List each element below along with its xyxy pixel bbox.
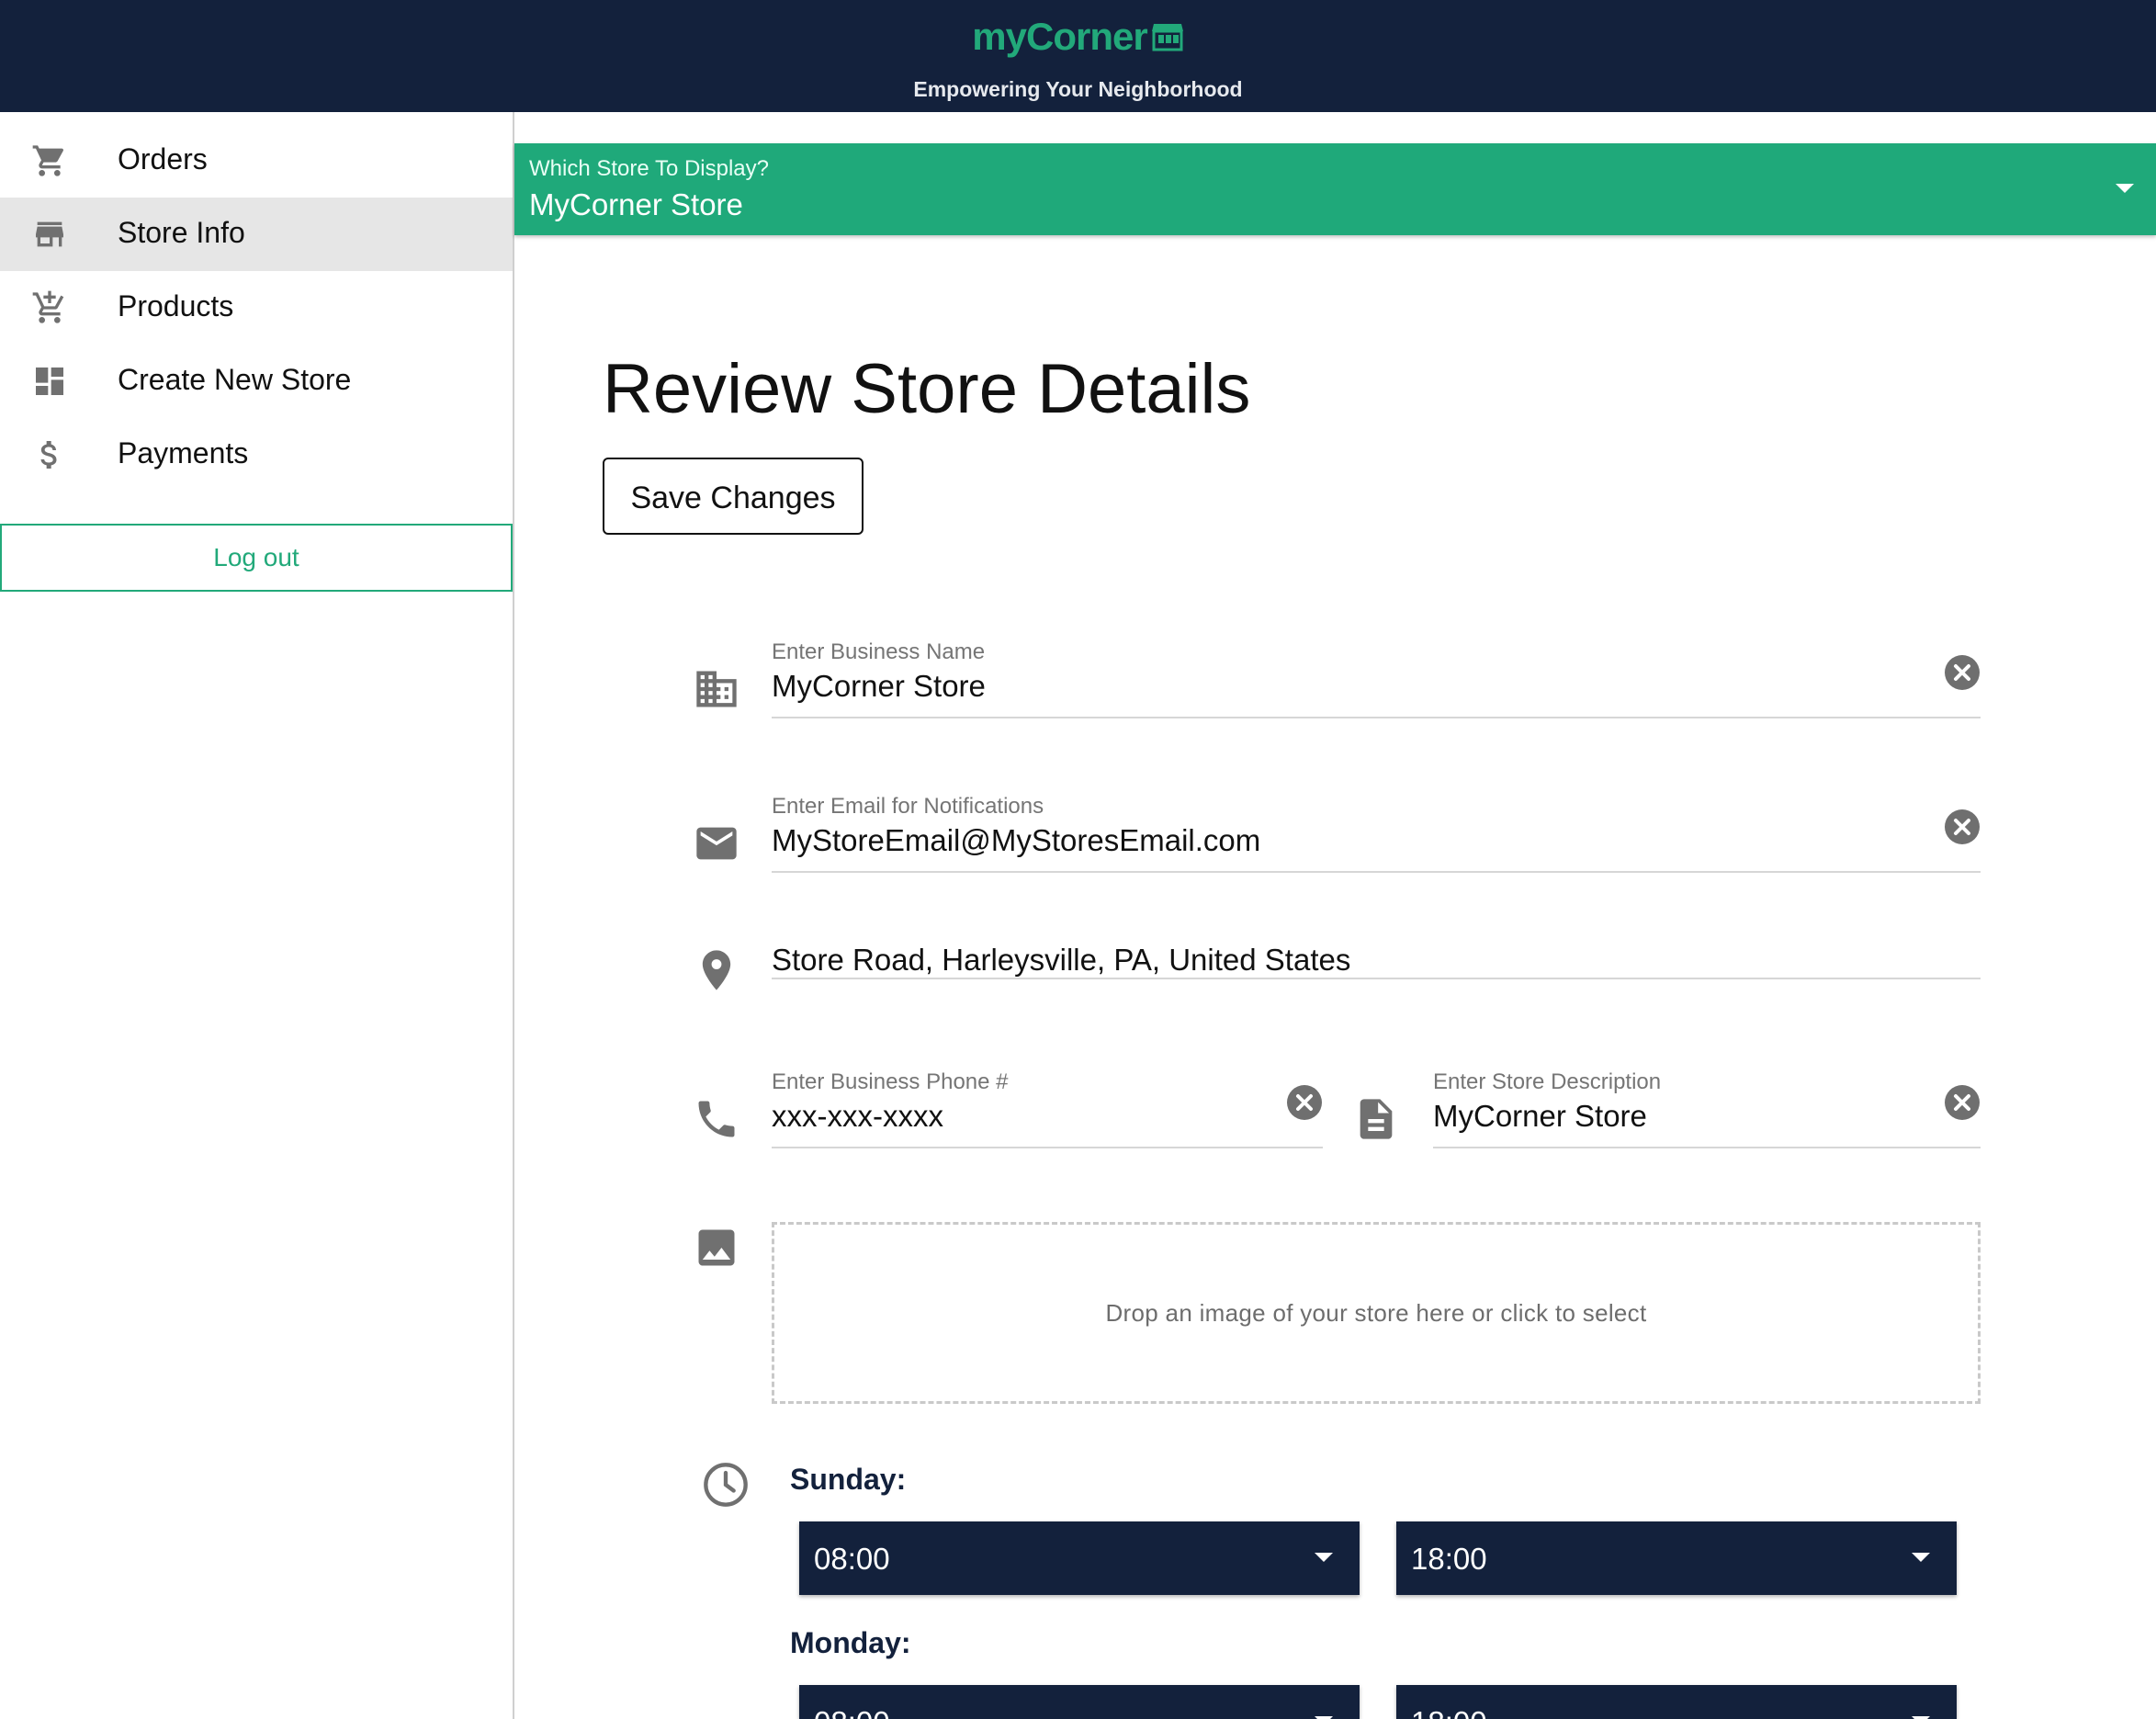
dropdown-arrow-icon (2114, 182, 2136, 199)
sidebar-item-products[interactable]: Products (0, 271, 513, 345)
location-pin-icon (693, 946, 740, 999)
business-name-label: Enter Business Name (772, 639, 986, 664)
email-label: Enter Email for Notifications (772, 794, 1044, 819)
field-underline (772, 871, 1981, 873)
dashboard-icon (29, 363, 72, 400)
sidebar: Orders Store Info Products Create New St… (0, 112, 514, 1719)
field-underline (772, 1147, 1323, 1148)
app-header: myCorner Empowering Your Neighborhood (0, 0, 2156, 112)
description-label: Enter Store Description (1433, 1069, 1662, 1094)
email-icon (693, 820, 740, 872)
save-changes-button[interactable]: Save Changes (603, 458, 864, 535)
address-value: Store Road, Harleysville, PA, United Sta… (772, 943, 1351, 977)
address-field[interactable]: Store Road, Harleysville, PA, United Sta… (772, 943, 1981, 979)
store-select-value: MyCorner Store (529, 187, 743, 221)
clock-icon (702, 1461, 750, 1513)
time-value: 18:00 (1411, 1705, 1487, 1719)
monday-open-select[interactable]: 08:00 (799, 1685, 1360, 1719)
sidebar-item-payments[interactable]: Payments (0, 418, 513, 492)
clear-icon[interactable] (1944, 654, 1981, 691)
sidebar-item-label: Payments (118, 436, 249, 469)
storefront-icon (29, 216, 72, 253)
sunday-open-select[interactable]: 08:00 (799, 1521, 1360, 1595)
chevron-down-icon (1911, 1714, 1931, 1719)
phone-value: xxx-xxx-xxxx (772, 1099, 943, 1133)
field-underline (772, 978, 1981, 979)
chevron-down-icon (1314, 1551, 1334, 1567)
business-name-value: MyCorner Store (772, 669, 986, 703)
description-icon (1352, 1095, 1400, 1148)
chevron-down-icon (1314, 1714, 1334, 1719)
email-field[interactable]: Enter Email for Notifications MyStoreEma… (772, 794, 1981, 873)
time-value: 08:00 (814, 1542, 890, 1576)
day-label-sunday: Sunday: (790, 1463, 907, 1496)
clear-icon[interactable] (1944, 809, 1981, 845)
sidebar-item-label: Create New Store (118, 363, 352, 396)
page-title: Review Store Details (603, 350, 1251, 428)
time-value: 08:00 (814, 1705, 890, 1719)
phone-icon (693, 1095, 740, 1148)
phone-label: Enter Business Phone # (772, 1069, 1009, 1094)
store-select-label: Which Store To Display? (529, 156, 769, 181)
day-label-monday: Monday: (790, 1626, 911, 1659)
sidebar-item-label: Products (118, 289, 234, 322)
business-name-field[interactable]: Enter Business Name MyCorner Store (772, 639, 1981, 718)
sidebar-item-label: Store Info (118, 216, 245, 249)
field-underline (772, 717, 1981, 718)
shop-icon (1151, 17, 1184, 62)
store-select-dropdown[interactable]: Which Store To Display? MyCorner Store (514, 143, 2156, 235)
sunday-close-select[interactable]: 18:00 (1396, 1521, 1957, 1595)
clear-icon[interactable] (1286, 1084, 1323, 1121)
cart-icon (29, 142, 72, 179)
field-underline (1433, 1147, 1981, 1148)
description-field[interactable]: Enter Store Description MyCorner Store (1433, 1069, 1981, 1148)
phone-field[interactable]: Enter Business Phone # xxx-xxx-xxxx (772, 1069, 1323, 1148)
monday-close-select[interactable]: 18:00 (1396, 1685, 1957, 1719)
brand-logo[interactable]: myCorner (0, 15, 2156, 62)
sidebar-item-store-info[interactable]: Store Info (0, 198, 513, 271)
logout-button[interactable]: Log out (0, 524, 513, 592)
sidebar-item-create-new-store[interactable]: Create New Store (0, 345, 513, 418)
tagline: Empowering Your Neighborhood (913, 77, 1243, 101)
business-icon (693, 665, 740, 718)
sidebar-item-orders[interactable]: Orders (0, 124, 513, 198)
dollar-icon (29, 436, 72, 473)
image-icon (693, 1224, 740, 1276)
brand-name: myCorner (972, 15, 1147, 58)
add-to-cart-icon (29, 289, 72, 326)
chevron-down-icon (1911, 1551, 1931, 1567)
email-value: MyStoreEmail@MyStoresEmail.com (772, 823, 1261, 857)
clear-icon[interactable] (1944, 1084, 1981, 1121)
description-value: MyCorner Store (1433, 1099, 1647, 1133)
time-value: 18:00 (1411, 1542, 1487, 1576)
sidebar-item-label: Orders (118, 142, 208, 175)
image-dropzone[interactable]: Drop an image of your store here or clic… (772, 1222, 1981, 1404)
